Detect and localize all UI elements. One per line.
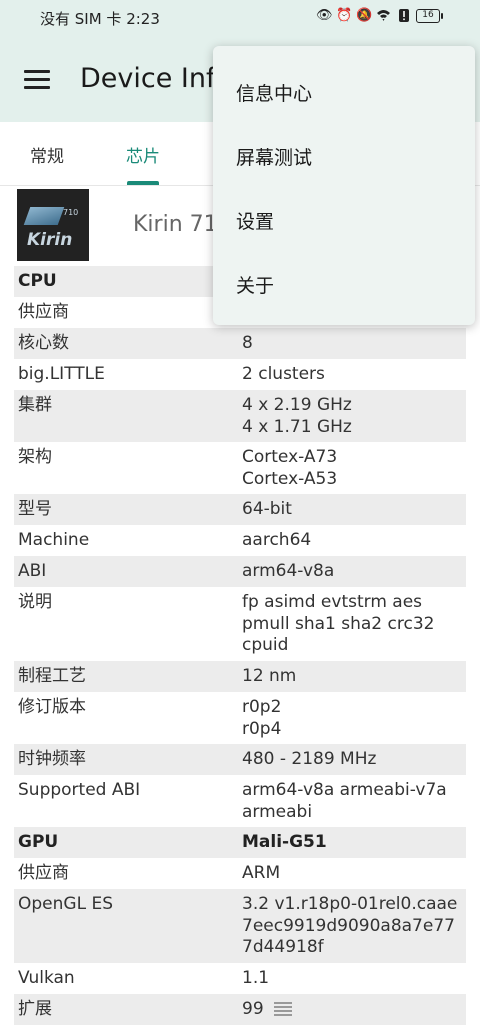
- alarm-icon: ⏰: [336, 8, 353, 23]
- table-row: big.LITTLE 2 clusters: [18, 364, 325, 384]
- overflow-menu: 信息中心 屏幕测试 设置 关于: [213, 46, 475, 325]
- table-row: 制程工艺 12 nm: [14, 661, 466, 692]
- menu-icon[interactable]: [24, 70, 50, 90]
- table-row: GPU Mali-G51: [14, 827, 466, 858]
- tab-chip[interactable]: 芯片: [126, 142, 160, 167]
- tab-active-indicator: [127, 181, 159, 185]
- list-icon[interactable]: [273, 1002, 292, 1016]
- table-row: 架构 Cortex-A73 Cortex-A53: [18, 447, 338, 489]
- table-row-extensions[interactable]: 扩展 99: [14, 994, 466, 1025]
- menu-item-about[interactable]: 关于: [236, 271, 274, 298]
- extensions-count: 99: [242, 999, 264, 1019]
- eye-icon: 👁: [316, 8, 333, 23]
- table-row: Machine aarch64: [18, 530, 312, 550]
- table-row: 供应商 ARM: [18, 863, 281, 883]
- status-carrier-time: 没有 SIM 卡 2:23: [40, 10, 160, 28]
- menu-item-settings[interactable]: 设置: [236, 207, 274, 234]
- table-row: ABI arm64-v8a: [14, 556, 466, 587]
- table-row: OpenGL ES 3.2 v1.r18p0-01rel0.caae 7eec99…: [14, 889, 466, 963]
- table-row: 型号 64-bit: [14, 494, 466, 525]
- table-row: Vulkan 1.1: [18, 968, 270, 988]
- table-row: 修订版本 r0p2 r0p4: [18, 697, 282, 739]
- table-row: 时钟频率 480 - 2189 MHz: [14, 744, 466, 775]
- info-table: CPU 供应商 核心数 8 big.LITTLE 2 clusters 集群 4 x …: [14, 266, 466, 1025]
- table-row: 核心数 8: [14, 328, 466, 359]
- tab-general[interactable]: 常规: [30, 142, 64, 167]
- table-row: 说明 fp asimd evtstrm aes pmull sha1 sha2 c…: [18, 592, 435, 655]
- menu-item-screen-test[interactable]: 屏幕测试: [236, 143, 312, 170]
- status-icons: 👁 ⏰ 🔕 16: [316, 8, 443, 23]
- table-row: Supported ABI arm64-v8a armeabi-v7a armea…: [18, 780, 447, 822]
- kirin-logo: 710 Kirin: [17, 189, 89, 261]
- alert-icon: [396, 8, 411, 23]
- app-title: Device Info: [80, 63, 233, 94]
- battery-icon: 16: [416, 8, 443, 23]
- table-row: 集群 4 x 2.19 GHz 4 x 1.71 GHz: [14, 390, 466, 442]
- mute-icon: 🔕: [356, 8, 373, 23]
- wifi-icon: [376, 8, 391, 23]
- status-bar: 没有 SIM 卡 2:23 👁 ⏰ 🔕 16: [0, 0, 480, 36]
- menu-item-info-center[interactable]: 信息中心: [236, 79, 312, 106]
